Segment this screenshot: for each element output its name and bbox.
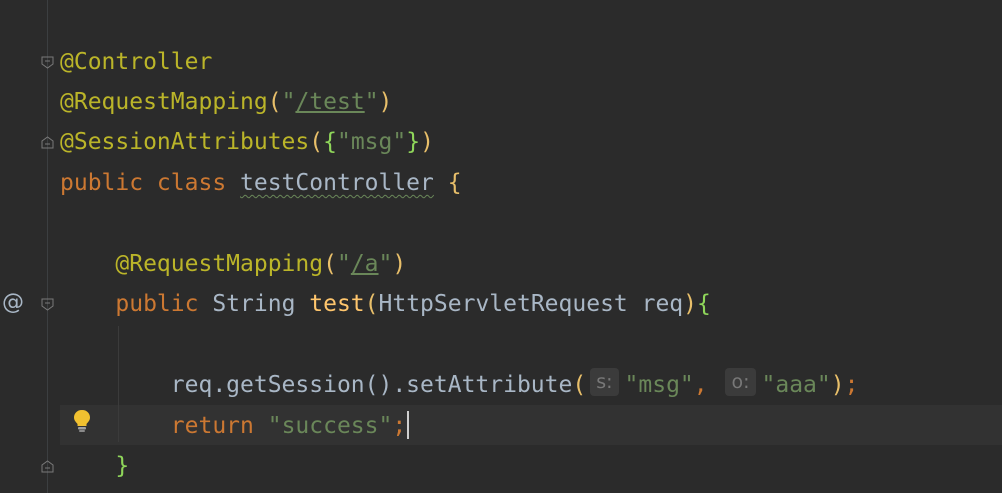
code-token: HttpServletRequest req <box>378 291 684 317</box>
code-token: { <box>447 170 462 196</box>
code-token: } <box>406 129 421 155</box>
code-token: @Controller <box>60 49 213 75</box>
code-line[interactable]: @SessionAttributes({"msg"}) <box>60 122 434 162</box>
code-token: } <box>115 453 130 479</box>
code-line[interactable]: public class testController { <box>60 163 462 203</box>
code-line[interactable]: req.getSession().setAttribute(s: "msg", o… <box>60 365 858 405</box>
text-caret <box>407 411 410 439</box>
code-token: { <box>697 291 711 317</box>
code-line[interactable]: } <box>60 446 129 486</box>
code-token: ( <box>267 89 282 115</box>
code-token: " <box>336 251 351 277</box>
code-token: ( <box>572 372 587 398</box>
code-token: "msg" <box>624 372 694 398</box>
code-token: ; <box>392 413 407 439</box>
code-token: "msg" <box>336 129 407 155</box>
code-token: "aaa" <box>761 372 831 398</box>
code-token: { <box>323 129 337 155</box>
code-token: /a <box>350 251 379 277</box>
code-token: " <box>364 89 379 115</box>
code-token: @RequestMapping <box>115 251 324 277</box>
code-token: " <box>281 89 296 115</box>
parameter-hint: o: <box>725 368 756 396</box>
code-token: ) <box>830 372 845 398</box>
code-token: public <box>115 291 213 317</box>
code-token: ( <box>364 291 379 317</box>
code-token: ; <box>844 372 859 398</box>
code-line[interactable]: @RequestMapping("/a") <box>60 244 406 284</box>
code-token: "success" <box>267 413 393 439</box>
code-line[interactable]: @RequestMapping("/test") <box>60 82 392 122</box>
code-token: /test <box>295 89 365 115</box>
code-line[interactable]: @Controller <box>60 42 212 82</box>
code-token: ) <box>683 291 698 317</box>
code-token: @SessionAttributes <box>60 129 310 155</box>
code-token: req.getSession().setAttribute <box>60 372 573 398</box>
code-area[interactable]: @Controller @RequestMapping("/test") @Sess… <box>0 0 1002 493</box>
code-line[interactable]: public String test(HttpServletRequest re… <box>60 284 711 324</box>
parameter-hint: s: <box>590 368 619 396</box>
code-token: ) <box>378 89 393 115</box>
code-token: ( <box>309 129 324 155</box>
code-token: ) <box>392 251 407 277</box>
code-token: " <box>378 251 393 277</box>
code-token: return <box>170 413 268 439</box>
code-token: @RequestMapping <box>60 89 268 115</box>
code-editor[interactable]: @ @Controller @RequestMapping("/test") @Se… <box>0 0 1002 493</box>
code-line[interactable]: return "success"; <box>60 406 410 446</box>
code-token: ) <box>420 129 434 155</box>
code-token: String <box>212 291 310 317</box>
code-token: , <box>693 372 722 398</box>
code-token: public class <box>60 170 241 196</box>
code-token: ( <box>323 251 337 277</box>
code-token: testController <box>240 170 434 196</box>
code-token: test <box>309 291 365 317</box>
